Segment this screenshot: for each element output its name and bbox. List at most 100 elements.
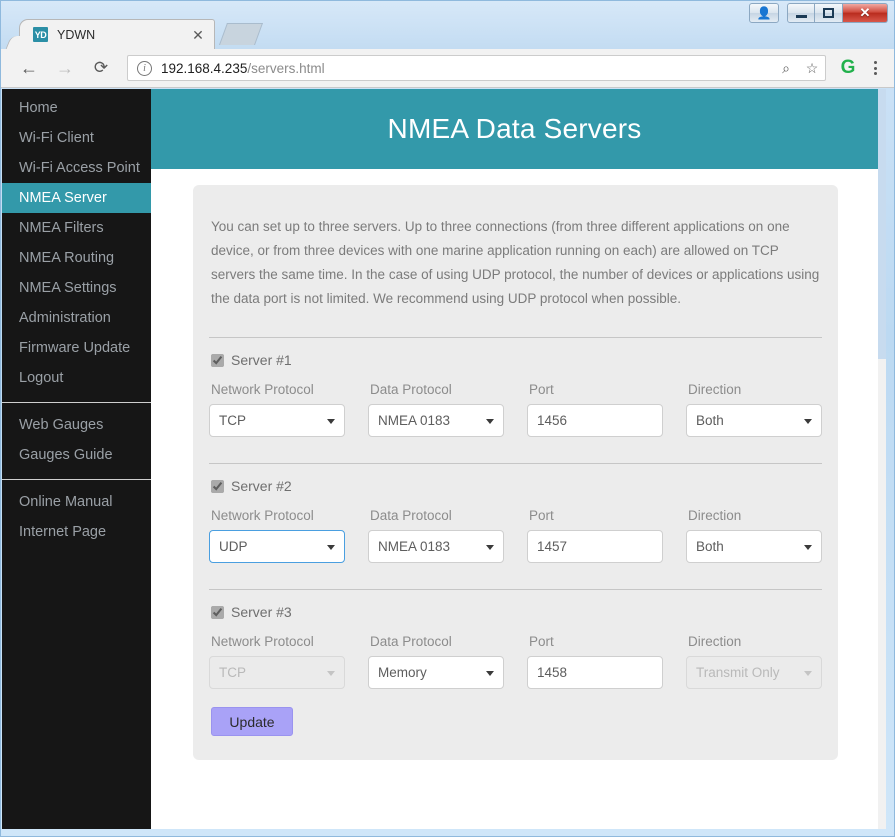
server-2-enable-checkbox[interactable] bbox=[211, 479, 224, 493]
sidebar-item-nmea-filters[interactable]: NMEA Filters bbox=[2, 213, 151, 243]
label-direction: Direction bbox=[688, 382, 742, 397]
server-1-network-protocol-select[interactable]: TCP bbox=[209, 404, 345, 437]
server-3-network-protocol-select: TCP bbox=[209, 656, 345, 689]
server-block: Server #2 Network Protocol UDP Data Prot… bbox=[209, 464, 822, 563]
url-path: /servers.html bbox=[247, 60, 325, 76]
server-3-enable-row[interactable]: Server #3 bbox=[209, 604, 822, 620]
main-content: NMEA Data Servers You can set up to thre… bbox=[151, 89, 878, 829]
menu-dot bbox=[873, 61, 877, 64]
sidebar-item-firmware-update[interactable]: Firmware Update bbox=[2, 333, 151, 363]
favicon-icon: YD bbox=[33, 27, 48, 42]
window-close-button[interactable]: ✕ bbox=[843, 3, 888, 23]
update-button[interactable]: Update bbox=[211, 707, 293, 736]
reload-icon[interactable]: ⟳ bbox=[85, 52, 117, 84]
maximize-button[interactable] bbox=[815, 3, 843, 23]
forward-icon[interactable]: → bbox=[49, 52, 81, 84]
server-1-data-protocol-select[interactable]: NMEA 0183 bbox=[368, 404, 504, 437]
field-direction: Direction Both bbox=[686, 508, 822, 563]
address-bar[interactable]: i 192.168.4.235/servers.html ⌕ ☆ bbox=[127, 55, 826, 81]
field-network-protocol: Network Protocol UDP bbox=[209, 508, 345, 563]
field-port: Port 1456 bbox=[527, 382, 663, 437]
maximize-icon bbox=[823, 8, 834, 18]
server-1-direction-select[interactable]: Both bbox=[686, 404, 822, 437]
person-icon: 👤 bbox=[756, 6, 772, 20]
sidebar-item-nmea-settings[interactable]: NMEA Settings bbox=[2, 273, 151, 303]
site-info-icon[interactable]: i bbox=[137, 60, 152, 76]
menu-dot bbox=[873, 72, 877, 75]
browser-tab[interactable]: YD YDWN ✕ bbox=[19, 19, 215, 49]
minimize-button[interactable] bbox=[787, 3, 815, 23]
page-viewport: Home Wi-Fi Client Wi-Fi Access Point NME… bbox=[2, 89, 886, 829]
field-network-protocol: Network Protocol TCP bbox=[209, 382, 345, 437]
server-3-port-input[interactable]: 1458 bbox=[527, 656, 663, 689]
sidebar-item-logout[interactable]: Logout bbox=[2, 363, 151, 393]
back-icon[interactable]: ← bbox=[13, 52, 45, 84]
server-1-enable-checkbox[interactable] bbox=[211, 353, 224, 367]
server-2-enable-row[interactable]: Server #2 bbox=[209, 478, 822, 494]
label-port: Port bbox=[529, 508, 554, 523]
field-data-protocol: Data Protocol NMEA 0183 bbox=[368, 382, 504, 437]
page-title: NMEA Data Servers bbox=[387, 113, 642, 144]
close-icon[interactable]: ✕ bbox=[188, 25, 208, 45]
settings-card: You can set up to three servers. Up to t… bbox=[193, 185, 838, 760]
server-2-data-protocol-select[interactable]: NMEA 0183 bbox=[368, 530, 504, 563]
label-data-protocol: Data Protocol bbox=[370, 508, 452, 523]
minimize-icon bbox=[795, 14, 807, 18]
label-port: Port bbox=[529, 382, 554, 397]
browser-window: YD YDWN ✕ 👤 ✕ ← → ⟳ i 192.168.4.235/serv… bbox=[0, 0, 895, 837]
label-data-protocol: Data Protocol bbox=[370, 382, 452, 397]
label-network-protocol: Network Protocol bbox=[211, 508, 314, 523]
server-1-label: Server #1 bbox=[231, 352, 292, 368]
window-controls: 👤 ✕ bbox=[749, 3, 888, 23]
label-network-protocol: Network Protocol bbox=[211, 634, 314, 649]
tab-strip: YD YDWN ✕ 👤 ✕ bbox=[1, 1, 894, 49]
server-3-label: Server #3 bbox=[231, 604, 292, 620]
sidebar-item-wifi-client[interactable]: Wi-Fi Client bbox=[2, 123, 151, 153]
server-1-enable-row[interactable]: Server #1 bbox=[209, 352, 822, 368]
sidebar-item-gauges-guide[interactable]: Gauges Guide bbox=[2, 440, 151, 470]
server-3-enable-checkbox[interactable] bbox=[211, 605, 224, 619]
sidebar-item-administration[interactable]: Administration bbox=[2, 303, 151, 333]
sidebar-item-web-gauges[interactable]: Web Gauges bbox=[2, 410, 151, 440]
server-3-fields: Network Protocol TCP Data Protocol Memor… bbox=[209, 634, 822, 689]
server-1-port-input[interactable]: 1456 bbox=[527, 404, 663, 437]
page-scrollbar[interactable] bbox=[878, 89, 886, 829]
server-3-direction-select: Transmit Only bbox=[686, 656, 822, 689]
menu-dot bbox=[873, 66, 877, 70]
sidebar-item-nmea-server[interactable]: NMEA Server bbox=[2, 183, 151, 213]
field-port: Port 1458 bbox=[527, 634, 663, 689]
field-port: Port 1457 bbox=[527, 508, 663, 563]
page-header: NMEA Data Servers bbox=[151, 89, 878, 169]
sidebar-divider bbox=[2, 402, 151, 403]
bookmark-star-icon[interactable]: ☆ bbox=[799, 55, 825, 81]
label-direction: Direction bbox=[688, 508, 742, 523]
sidebar-item-online-manual[interactable]: Online Manual bbox=[2, 487, 151, 517]
server-2-network-protocol-select[interactable]: UDP bbox=[209, 530, 345, 563]
label-port: Port bbox=[529, 634, 554, 649]
sidebar-item-nmea-routing[interactable]: NMEA Routing bbox=[2, 243, 151, 273]
intro-text: You can set up to three servers. Up to t… bbox=[211, 219, 820, 306]
extension-icon[interactable]: G bbox=[834, 53, 862, 83]
user-profile-icon[interactable]: 👤 bbox=[749, 3, 779, 23]
server-2-port-input[interactable]: 1457 bbox=[527, 530, 663, 563]
sidebar-item-internet-page[interactable]: Internet Page bbox=[2, 517, 151, 547]
zoom-icon[interactable]: ⌕ bbox=[773, 55, 799, 81]
sidebar-item-home[interactable]: Home bbox=[2, 93, 151, 123]
label-data-protocol: Data Protocol bbox=[370, 634, 452, 649]
server-3-data-protocol-select[interactable]: Memory bbox=[368, 656, 504, 689]
field-direction: Direction Both bbox=[686, 382, 822, 437]
sidebar-item-wifi-access-point[interactable]: Wi-Fi Access Point bbox=[2, 153, 151, 183]
url-text: 192.168.4.235/servers.html bbox=[161, 61, 773, 76]
server-2-direction-select[interactable]: Both bbox=[686, 530, 822, 563]
menu-icon[interactable] bbox=[862, 61, 888, 75]
server-2-label: Server #2 bbox=[231, 478, 292, 494]
field-direction: Direction Transmit Only bbox=[686, 634, 822, 689]
scrollbar-thumb[interactable] bbox=[878, 89, 886, 359]
new-tab-button[interactable] bbox=[218, 23, 264, 45]
tab-title: YDWN bbox=[57, 27, 96, 42]
label-network-protocol: Network Protocol bbox=[211, 382, 314, 397]
url-host: 192.168.4.235 bbox=[161, 60, 248, 76]
server-2-fields: Network Protocol UDP Data Protocol NMEA … bbox=[209, 508, 822, 563]
field-data-protocol: Data Protocol Memory bbox=[368, 634, 504, 689]
server-1-fields: Network Protocol TCP Data Protocol NMEA … bbox=[209, 382, 822, 437]
